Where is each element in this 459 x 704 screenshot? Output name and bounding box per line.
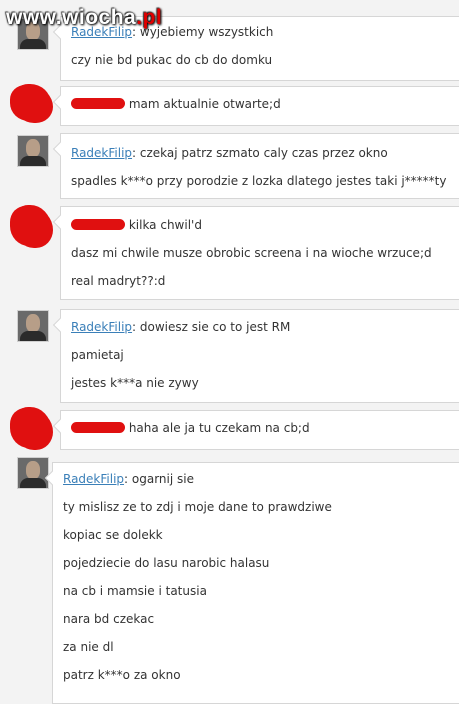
avatar-redacted [13,407,51,447]
message-line: pamietaj [71,348,124,362]
message-line: nara bd czekac [63,612,155,626]
message-line: patrz k***o za okno [63,668,181,682]
message-line: RadekFilip: dowiesz sie co to jest RM [71,320,291,334]
message-line: na cb i mamsie i tatusia [63,584,207,598]
message-bubble: RadekFilip: dowiesz sie co to jest RM pa… [60,309,459,403]
message-line: mam aktualnie otwarte;d [71,97,281,111]
message-line: kopiac se dolekk [63,528,163,542]
message-line: RadekFilip: ogarnij sie [63,472,194,486]
message-line: kilka chwil'd [71,218,202,232]
redacted-sender [71,422,125,433]
message-bubble: mam aktualnie otwarte;d [60,86,459,126]
message-line: za nie dl [63,640,114,654]
avatar[interactable] [17,457,49,489]
message-line: haha ale ja tu czekam na cb;d [71,421,310,435]
message-bubble: haha ale ja tu czekam na cb;d [60,410,459,450]
message-line: spadles k***o przy porodzie z lozka dlat… [71,174,447,188]
message-line: dasz mi chwile musze obrobic screena i n… [71,246,432,260]
redacted-sender [71,219,125,230]
sender-link[interactable]: RadekFilip [71,320,132,334]
message-line: real madryt??:d [71,274,166,288]
avatar[interactable] [17,310,49,342]
message-line: ty mislisz ze to zdj i moje dane to praw… [63,500,332,514]
message-bubble: kilka chwil'd dasz mi chwile musze obrob… [60,206,459,300]
sender-link[interactable]: RadekFilip [63,472,124,486]
avatar-redacted [13,84,51,120]
message-bubble: RadekFilip: ogarnij sie ty mislisz ze to… [52,462,459,704]
avatar-redacted [13,205,51,245]
message-line: czy nie bd pukac do cb do domku [71,53,273,67]
redacted-sender [71,98,125,109]
sender-link[interactable]: RadekFilip [71,146,132,160]
message-line: pojedziecie do lasu narobic halasu [63,556,270,570]
watermark: www.wiocha.pl [6,6,163,29]
message-line: jestes k***a nie zywy [71,376,199,390]
message-bubble: RadekFilip: czekaj patrz szmato caly cza… [60,133,459,199]
avatar[interactable] [17,135,49,167]
message-line: RadekFilip: czekaj patrz szmato caly cza… [71,146,388,160]
